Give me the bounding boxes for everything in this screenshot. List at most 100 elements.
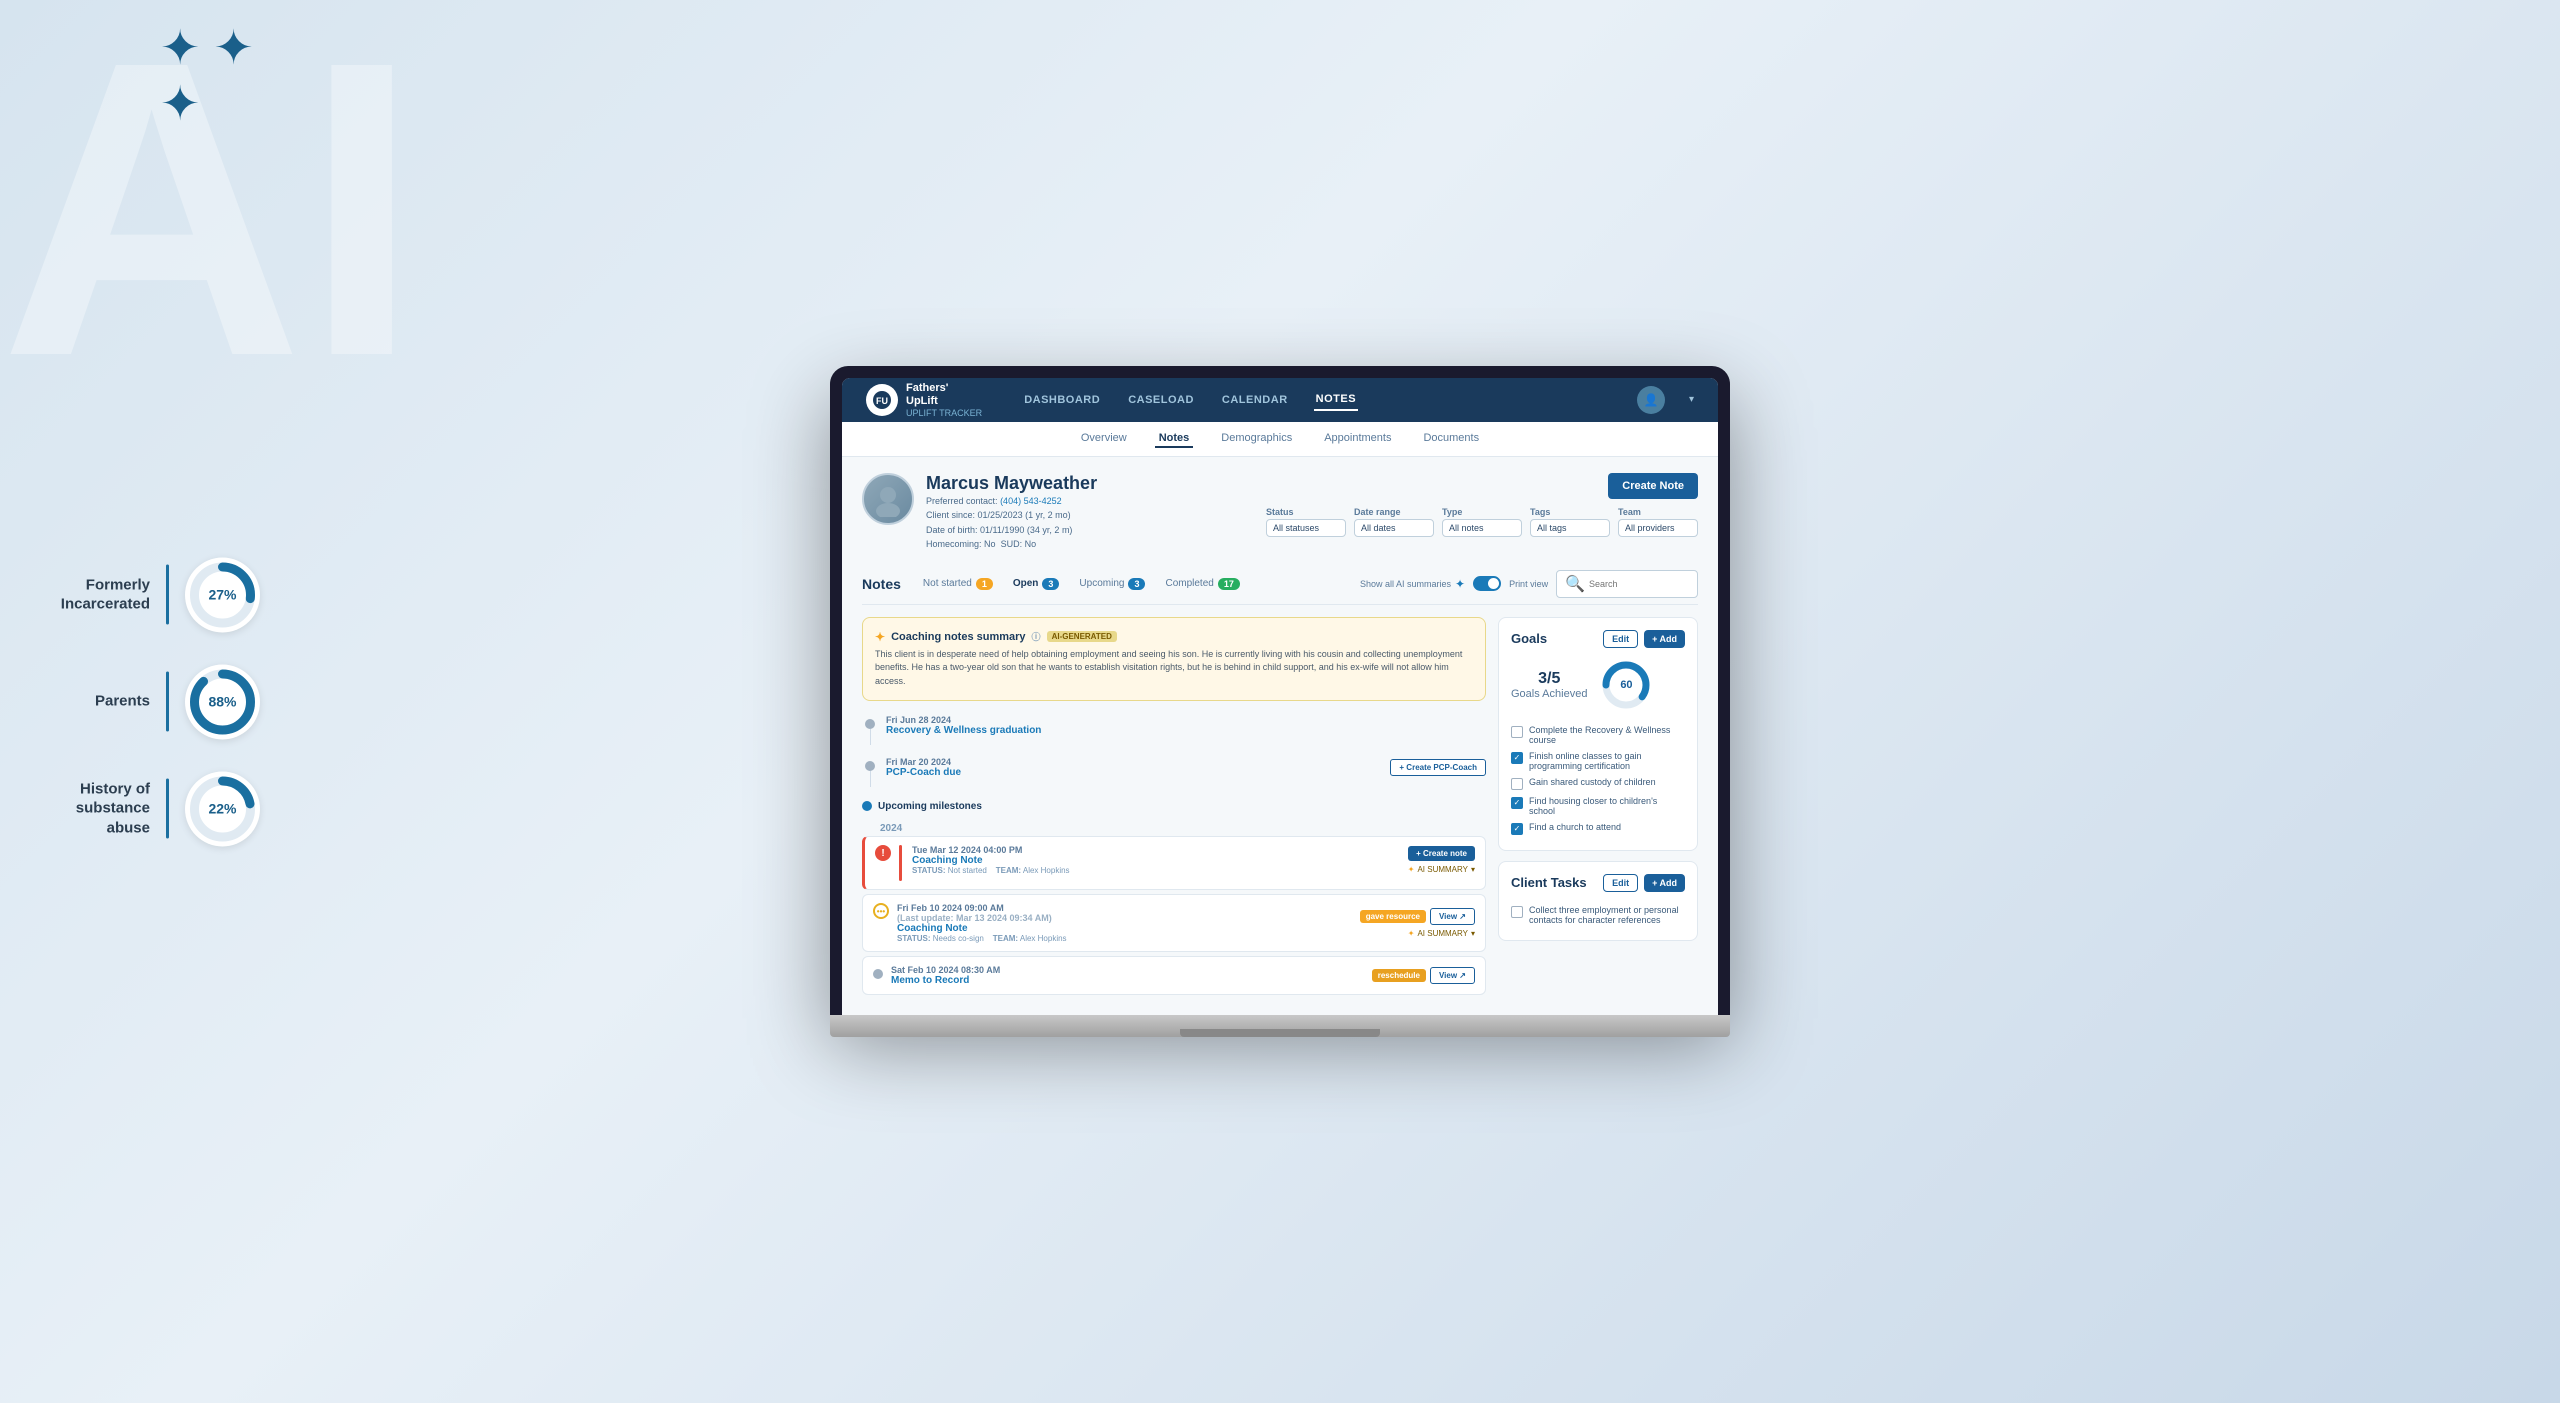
filter-status-select[interactable]: All statuses xyxy=(1266,519,1346,537)
sud-value: No xyxy=(1025,539,1037,549)
tab-not-started[interactable]: Not started 1 xyxy=(917,575,999,593)
stat-donut-2: 22% xyxy=(185,771,260,846)
overdue-bar xyxy=(899,845,902,881)
team-label-1: TEAM: xyxy=(996,866,1021,875)
status-value-2: Needs co-sign xyxy=(933,934,984,943)
nav-chevron[interactable]: ▾ xyxy=(1689,394,1694,405)
filter-team-label: Team xyxy=(1618,507,1698,517)
note-title-3[interactable]: Memo to Record xyxy=(891,975,1000,986)
goal-label-3: Find housing closer to children's school xyxy=(1529,796,1685,816)
goal-label-1: Finish online classes to gain programmin… xyxy=(1529,751,1685,771)
subnav-demographics[interactable]: Demographics xyxy=(1217,430,1296,448)
ai-summary-text: This client is in desperate need of help… xyxy=(875,648,1473,689)
nav-dashboard[interactable]: DASHBOARD xyxy=(1022,390,1102,410)
goal-checkbox-0[interactable] xyxy=(1511,726,1523,738)
ai-summary-card: ✦ Coaching notes summary ⓘ AI-GENERATED … xyxy=(862,617,1486,702)
ai-info-icon: ⓘ xyxy=(1032,630,1041,643)
tab-completed[interactable]: Completed 17 xyxy=(1159,575,1245,593)
filter-team: Team All providers xyxy=(1618,507,1698,537)
upcoming-milestones-header: Upcoming milestones xyxy=(862,793,1486,818)
logo-sub: UPLIFT TRACKER xyxy=(906,408,982,418)
note-title-2[interactable]: Coaching Note xyxy=(897,923,1067,934)
nav-calendar[interactable]: CALENDAR xyxy=(1220,390,1290,410)
goals-add-button[interactable]: + Add xyxy=(1644,630,1685,648)
note-status-2: STATUS: Needs co-sign TEAM: Alex Hopkins xyxy=(897,934,1067,943)
ai-star-icon-2: ✦ xyxy=(1408,929,1415,938)
tab-upcoming[interactable]: Upcoming 3 xyxy=(1073,575,1151,593)
note-title-1[interactable]: Coaching Note xyxy=(912,855,1070,866)
upcoming-milestones-label: Upcoming milestones xyxy=(878,797,982,814)
client-phone[interactable]: (404) 543-4252 xyxy=(1000,496,1062,506)
ai-sparkle-icon: ✦ xyxy=(1455,577,1465,591)
goal-checkbox-2[interactable] xyxy=(1511,778,1523,790)
subnav-overview[interactable]: Overview xyxy=(1077,430,1131,448)
goals-list: Complete the Recovery & Wellness course … xyxy=(1511,722,1685,838)
subnav-notes[interactable]: Notes xyxy=(1155,430,1194,448)
filter-daterange: Date range All dates xyxy=(1354,507,1434,537)
nav-notes[interactable]: NOTES xyxy=(1314,389,1358,411)
error-indicator: ! xyxy=(875,845,891,861)
client-header-right: Create Note Status All statuses Date ran… xyxy=(1266,473,1698,537)
goal-item-0: Complete the Recovery & Wellness course xyxy=(1511,722,1685,748)
goal-checkbox-1[interactable]: ✓ xyxy=(1511,752,1523,764)
nav-avatar[interactable]: 👤 xyxy=(1637,386,1665,414)
create-pcp-coach-button[interactable]: + Create PCP-Coach xyxy=(1390,759,1486,776)
task-checkbox-0[interactable] xyxy=(1511,906,1523,918)
timeline-title-pcp[interactable]: PCP-Coach due xyxy=(886,767,961,778)
nav-caseload[interactable]: CASELOAD xyxy=(1126,390,1196,410)
goals-percent-label: 60 xyxy=(1620,679,1632,691)
filter-daterange-label: Date range xyxy=(1354,507,1434,517)
homecoming-value: No xyxy=(984,539,996,549)
logo-line2: UpLift xyxy=(906,395,982,408)
search-input[interactable] xyxy=(1589,579,1689,589)
stat-value-1: 88% xyxy=(208,694,236,710)
tasks-add-button[interactable]: + Add xyxy=(1644,874,1685,892)
stat-donut-0: 27% xyxy=(185,557,260,632)
client-tasks-title: Client Tasks xyxy=(1511,875,1587,890)
note-date-3: Sat Feb 10 2024 08:30 AM xyxy=(891,965,1000,975)
create-note-btn-1[interactable]: + Create note xyxy=(1408,846,1475,861)
tab-open[interactable]: Open 3 xyxy=(1007,575,1066,593)
filter-tags-label: Tags xyxy=(1530,507,1610,517)
filter-tags-select[interactable]: All tags xyxy=(1530,519,1610,537)
view-btn-2[interactable]: View ↗ xyxy=(1430,908,1475,925)
stat-parents: Parents 88% xyxy=(40,664,260,739)
goal-checkbox-4[interactable]: ✓ xyxy=(1511,823,1523,835)
goals-edit-button[interactable]: Edit xyxy=(1603,630,1638,648)
show-all-summaries-toggle[interactable]: Show all AI summaries ✦ xyxy=(1360,577,1465,591)
filter-type: Type All notes xyxy=(1442,507,1522,537)
filter-type-select[interactable]: All notes xyxy=(1442,519,1522,537)
goals-actions: Edit + Add xyxy=(1603,630,1685,648)
note-card-coaching-2: ••• Fri Feb 10 2024 09:00 AM (Last updat… xyxy=(862,894,1486,952)
svg-text:FU: FU xyxy=(876,396,888,406)
year-2024-label: 2024 xyxy=(862,818,1486,836)
timeline-content-graduation: Fri Jun 28 2024 Recovery & Wellness grad… xyxy=(886,715,1486,736)
filter-daterange-select[interactable]: All dates xyxy=(1354,519,1434,537)
subnav-appointments[interactable]: Appointments xyxy=(1320,430,1395,448)
dob-label: Date of birth: xyxy=(926,525,978,535)
sub-nav: Overview Notes Demographics Appointments… xyxy=(842,422,1718,457)
subnav-documents[interactable]: Documents xyxy=(1419,430,1483,448)
status-value-1: Not started xyxy=(948,866,987,875)
create-note-button[interactable]: Create Note xyxy=(1608,473,1698,499)
filter-team-select[interactable]: All providers xyxy=(1618,519,1698,537)
app-nav: FU Fathers' UpLift UPLIFT TRACKER DASHBO… xyxy=(842,378,1718,422)
ai-summary-btn-2[interactable]: ✦ AI SUMMARY ▾ xyxy=(1408,929,1475,938)
tab-not-started-badge: 1 xyxy=(976,578,993,590)
preferred-contact-label: Preferred contact: xyxy=(926,496,998,506)
tasks-edit-button[interactable]: Edit xyxy=(1603,874,1638,892)
logo-text: Fathers' UpLift UPLIFT TRACKER xyxy=(906,382,982,418)
tab-open-badge: 3 xyxy=(1042,578,1059,590)
tab-completed-badge: 17 xyxy=(1218,578,1240,590)
timeline-dot-graduation xyxy=(865,719,875,729)
task-item-0: Collect three employment or personal con… xyxy=(1511,902,1685,928)
print-view-toggle[interactable] xyxy=(1473,576,1501,591)
ai-summary-btn-1[interactable]: ✦ AI SUMMARY ▾ xyxy=(1408,865,1475,874)
goal-checkbox-3[interactable]: ✓ xyxy=(1511,797,1523,809)
view-btn-3[interactable]: View ↗ xyxy=(1430,967,1475,984)
note-date-1: Tue Mar 12 2024 04:00 PM xyxy=(912,845,1070,855)
goals-card: Goals Edit + Add 3/5 Go xyxy=(1498,617,1698,851)
goals-achieved-numbers: 3/5 Goals Achieved xyxy=(1511,670,1587,700)
background-stars: ✦ ✦✦ xyxy=(160,20,254,132)
timeline-title-graduation[interactable]: Recovery & Wellness graduation xyxy=(886,725,1041,736)
